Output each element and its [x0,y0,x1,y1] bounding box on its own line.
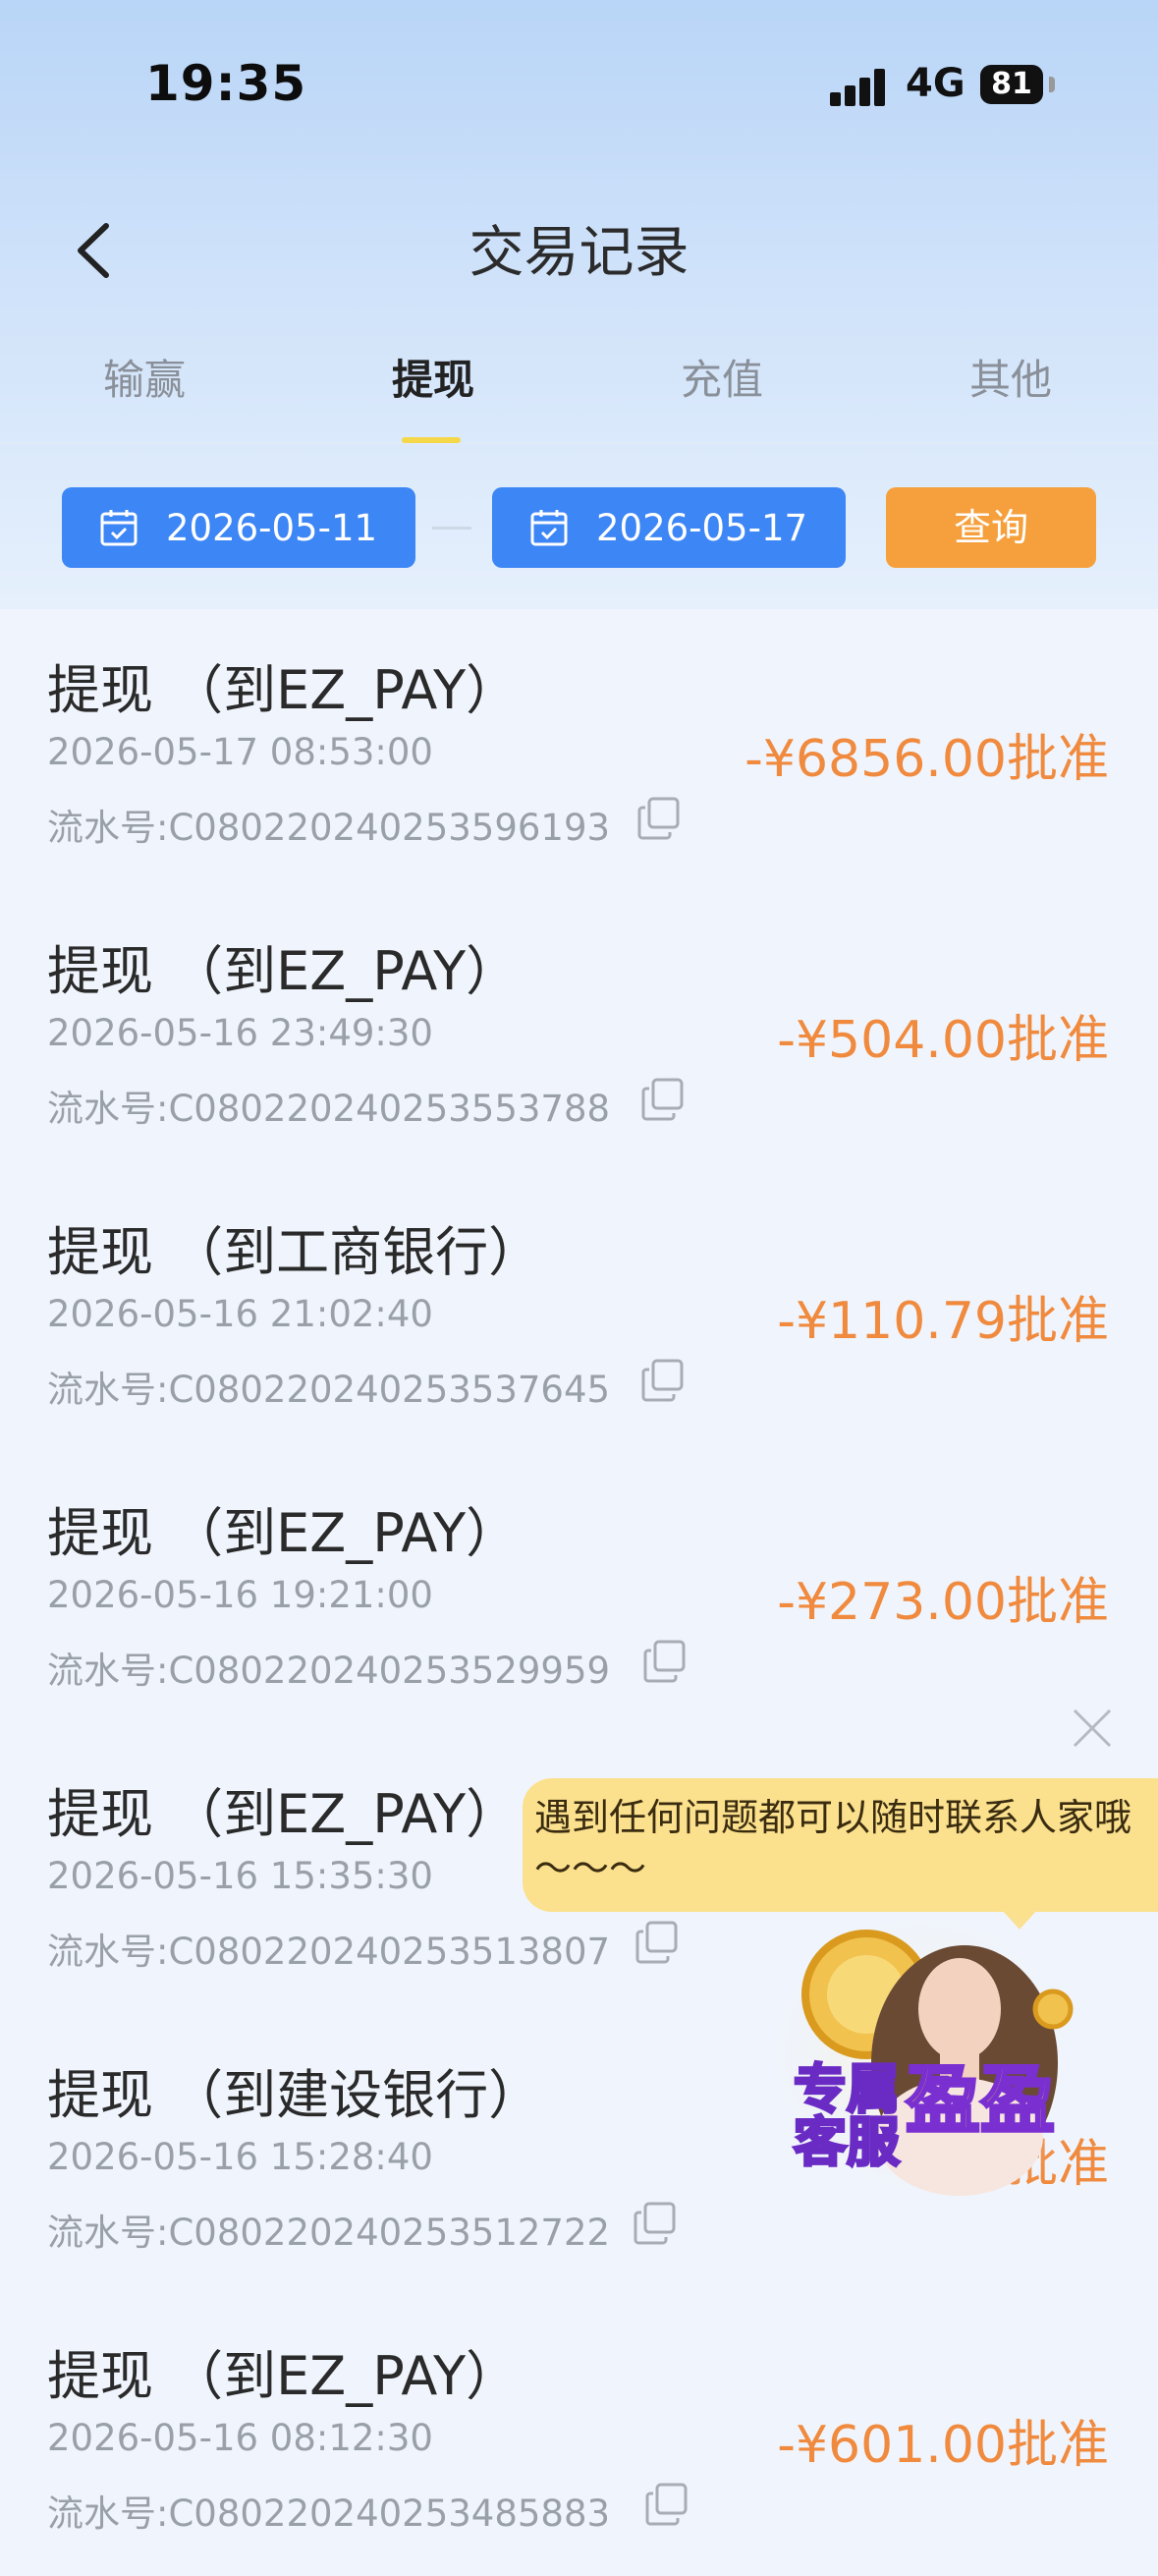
transaction-title: 提现 （到EZ_PAY） [47,659,520,721]
calendar-icon [530,510,568,546]
transaction-amount: -¥6856.00批准 [744,730,1109,789]
copy-icon[interactable] [640,1077,686,1122]
tab-bar: 输赢 提现 充值 其他 [0,309,1158,444]
copy-icon[interactable] [636,796,682,841]
tab-deposit[interactable]: 充值 [578,347,866,407]
transaction-time: 2026-05-16 19:21:00 [47,1574,433,1616]
transaction-row[interactable]: 提现 （到EZ_PAY） 2026-05-16 08:12:30 流水号:C08… [0,2295,1158,2576]
copy-icon[interactable] [644,2482,689,2527]
calendar-icon [100,510,138,546]
status-bar: 19:35 4G 81 [0,0,1158,167]
status-time: 19:35 [145,55,307,112]
transaction-time: 2026-05-16 15:35:30 [47,1855,433,1897]
transaction-title: 提现 （到EZ_PAY） [47,2345,520,2407]
query-button[interactable]: 查询 [886,487,1096,568]
transaction-amount: -¥601.00批准 [777,2416,1109,2475]
transaction-serial: 流水号:C080220240253529959 [47,1650,611,1692]
transaction-row[interactable]: 提现 （到EZ_PAY） 2026-05-17 08:53:00 流水号:C08… [0,609,1158,890]
transaction-serial: 流水号:C080220240253513807 [47,1931,611,1973]
transaction-row[interactable]: 提现 （到EZ_PAY） 2026-05-16 19:21:00 流水号:C08… [0,1452,1158,1733]
transaction-serial: 流水号:C080220240253537645 [47,1369,611,1411]
copy-icon[interactable] [633,2201,678,2246]
transaction-serial: 流水号:C080220240253485883 [47,2492,611,2535]
signal-icon [830,67,889,106]
transaction-time: 2026-05-16 21:02:40 [47,1293,433,1335]
transaction-amount: -¥273.00批准 [777,1573,1109,1632]
battery-tip [1049,77,1055,92]
transaction-row[interactable]: 提现 （到工商银行） 2026-05-16 21:02:40 流水号:C0802… [0,1171,1158,1452]
transaction-row[interactable]: 提现 （到EZ_PAY） 2026-05-16 23:49:30 流水号:C08… [0,890,1158,1171]
transaction-time: 2026-05-17 08:53:00 [47,731,433,773]
transaction-time: 2026-05-16 08:12:30 [47,2417,433,2459]
end-date-picker[interactable]: 2026-05-17 [492,487,846,568]
battery-icon: 81 [980,65,1043,104]
transaction-title: 提现 （到EZ_PAY） [47,1502,520,1564]
transaction-time: 2026-05-16 15:28:40 [47,2136,433,2178]
customer-service-bubble[interactable]: 遇到任何问题都可以随时联系人家哦～～～ [523,1778,1158,1912]
tab-win-loss[interactable]: 输赢 [0,347,289,407]
transaction-title: 提现 （到EZ_PAY） [47,940,520,1002]
transaction-serial: 流水号:C080220240253512722 [47,2212,611,2254]
close-icon[interactable] [1069,1705,1116,1752]
badge-line-2: 客服 [793,2111,902,2173]
badge-name: 盈盈 [905,2056,1057,2144]
transaction-amount: -¥504.00批准 [777,1011,1109,1070]
copy-icon[interactable] [640,1358,686,1403]
transaction-serial: 流水号:C080220240253553788 [47,1088,611,1130]
transaction-title: 提现 （到EZ_PAY） [47,1783,520,1845]
start-date-picker[interactable]: 2026-05-11 [62,487,415,568]
tab-withdraw[interactable]: 提现 [289,347,578,407]
transaction-serial: 流水号:C080220240253596193 [47,807,611,849]
end-date-value: 2026-05-17 [596,506,808,549]
network-type: 4G [906,61,965,106]
date-range-separator [432,527,471,530]
start-date-value: 2026-05-11 [166,506,378,549]
copy-icon[interactable] [642,1639,688,1684]
customer-service-badge[interactable]: 专属 客服盈盈 [793,2056,1057,2170]
tab-other[interactable]: 其他 [866,347,1155,407]
nav-bar: 交易记录 [0,192,1158,309]
transaction-amount: -¥110.79批准 [777,1292,1109,1351]
transaction-title: 提现 （到建设银行） [47,2064,542,2126]
transaction-title: 提现 （到工商银行） [47,1221,542,1283]
copy-icon[interactable] [634,1920,680,1965]
transaction-time: 2026-05-16 23:49:30 [47,1012,433,1054]
page-title: 交易记录 [469,221,689,285]
date-filter-bar: 2026-05-11 2026-05-17 查询 [0,442,1158,599]
